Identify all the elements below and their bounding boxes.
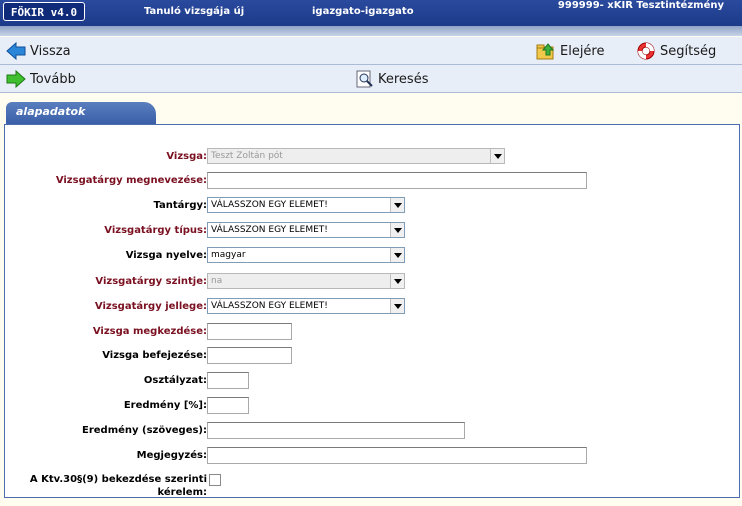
- megjegyzes-label: Megjegyzés:: [136, 450, 207, 461]
- search-label: Keresés: [378, 71, 429, 87]
- nyelv-label: Vizsga nyelve:: [125, 250, 207, 261]
- kezdes-input[interactable]: [207, 323, 292, 340]
- form-row-eredmeny-szazalek: Eredmény [%]:: [5, 396, 739, 416]
- megnevezes-input[interactable]: [207, 172, 587, 189]
- nyelv-select[interactable]: magyar: [207, 247, 405, 263]
- back-label: Vissza: [30, 43, 71, 59]
- arrow-left-icon: [6, 42, 26, 60]
- top-button[interactable]: Elejére: [536, 41, 605, 61]
- eredmeny-szazalek-input[interactable]: [207, 397, 249, 414]
- form-panel: Vizsga: Teszt Zoltán pót Vizsgatárgy meg…: [4, 124, 740, 498]
- form-row-jelleg: Vizsgatárgy jellege: VÁLASSZON EGY ELEME…: [5, 297, 739, 317]
- search-button[interactable]: Keresés: [356, 69, 428, 89]
- app-logo: FÖKIR v4.0: [3, 2, 85, 21]
- form-row-kezdes: Vizsga megkezdése:: [5, 322, 739, 342]
- form-row-vizsga: Vizsga: Teszt Zoltán pót: [5, 147, 739, 167]
- tantargy-label: Tantárgy:: [153, 200, 207, 211]
- eredmeny-szoveges-input[interactable]: [207, 422, 465, 439]
- megnevezes-label: Vizsgatárgy megnevezése:: [55, 175, 207, 186]
- next-label: Tovább: [30, 71, 76, 87]
- tantargy-select[interactable]: VÁLASSZON EGY ELEMET!: [207, 197, 405, 213]
- szint-label: Vizsgatárgy szintje:: [95, 276, 207, 287]
- next-button[interactable]: Tovább: [6, 69, 76, 89]
- chevron-down-icon: [490, 149, 504, 163]
- user-name: igazgato-igazgato: [312, 6, 414, 17]
- form-row-tantargy: Tantárgy: VÁLASSZON EGY ELEMET!: [5, 196, 739, 216]
- toolbar-primary: Vissza Elejére Segítség: [0, 37, 742, 65]
- form-row-megjegyzes: Megjegyzés:: [5, 446, 739, 466]
- chevron-down-icon: [390, 223, 404, 237]
- eredmeny-szoveges-label: Eredmény (szöveges):: [82, 425, 207, 436]
- folder-up-icon: [536, 42, 556, 60]
- help-button[interactable]: Segítség: [636, 41, 716, 61]
- app-header: FÖKIR v4.0 Tanuló vizsgája új igazgato-i…: [0, 0, 742, 26]
- jelleg-label: Vizsgatárgy jellege:: [94, 301, 207, 312]
- tipus-value: VÁLASSZON EGY ELEMET!: [211, 225, 328, 235]
- form-row-ktv: A Ktv.30§(9) bekezdése szerinti kérelem:: [5, 471, 739, 499]
- vizsga-select: Teszt Zoltán pót: [207, 148, 505, 164]
- ktv-checkbox[interactable]: [209, 474, 221, 486]
- back-button[interactable]: Vissza: [6, 41, 71, 61]
- jelleg-select[interactable]: VÁLASSZON EGY ELEMET!: [207, 298, 405, 314]
- form-row-tipus: Vizsgatárgy típus: VÁLASSZON EGY ELEMET!: [5, 221, 739, 241]
- header-strip: [0, 26, 742, 36]
- osztalyzat-input[interactable]: [207, 372, 249, 389]
- institution-name: 999999- xKIR Tesztintézmény: [557, 0, 724, 11]
- arrow-right-icon: [6, 70, 26, 88]
- ktv-label: A Ktv.30§(9) bekezdése szerinti kérelem:: [30, 473, 207, 499]
- ktv-label-line2: kérelem:: [157, 487, 207, 498]
- tab-alapadatok[interactable]: alapadatok: [6, 102, 156, 124]
- tantargy-value: VÁLASSZON EGY ELEMET!: [211, 200, 328, 210]
- megjegyzes-input[interactable]: [207, 447, 587, 464]
- tipus-select[interactable]: VÁLASSZON EGY ELEMET!: [207, 222, 405, 238]
- tipus-label: Vizsgatárgy típus:: [104, 225, 207, 236]
- chevron-down-icon: [390, 198, 404, 212]
- szint-select: na: [207, 273, 405, 289]
- form-row-szint: Vizsgatárgy szintje: na: [5, 272, 739, 292]
- page-title: Tanuló vizsgája új: [144, 6, 245, 17]
- form-row-megnevezes: Vizsgatárgy megnevezése:: [5, 171, 739, 191]
- search-icon: [356, 70, 374, 88]
- nyelv-value: magyar: [211, 250, 246, 260]
- osztalyzat-label: Osztályzat:: [143, 375, 207, 386]
- lifebuoy-icon: [636, 41, 656, 61]
- chevron-down-icon: [390, 299, 404, 313]
- top-label: Elejére: [560, 43, 605, 59]
- jelleg-value: VÁLASSZON EGY ELEMET!: [211, 301, 328, 311]
- befejezes-label: Vizsga befejezése:: [102, 350, 207, 361]
- form-row-osztalyzat: Osztályzat:: [5, 371, 739, 391]
- kezdes-label: Vizsga megkezdése:: [92, 326, 207, 337]
- tab-area: alapadatok Vizsga: Teszt Zoltán pót Vizs…: [0, 94, 742, 504]
- toolbar-secondary: Tovább Keresés: [0, 65, 742, 93]
- chevron-down-icon: [390, 248, 404, 262]
- help-label: Segítség: [660, 43, 717, 59]
- form-row-nyelv: Vizsga nyelve: magyar: [5, 246, 739, 266]
- form-row-befejezes: Vizsga befejezése:: [5, 346, 739, 366]
- vizsga-label: Vizsga:: [166, 151, 207, 162]
- form-row-eredmeny-szoveges: Eredmény (szöveges):: [5, 421, 739, 441]
- ktv-label-line1: A Ktv.30§(9) bekezdése szerinti: [29, 474, 207, 485]
- eredmeny-szazalek-label: Eredmény [%]:: [123, 400, 207, 411]
- befejezes-input[interactable]: [207, 347, 292, 364]
- chevron-down-icon: [390, 274, 404, 288]
- szint-value: na: [211, 276, 223, 286]
- vizsga-value: Teszt Zoltán pót: [211, 151, 283, 161]
